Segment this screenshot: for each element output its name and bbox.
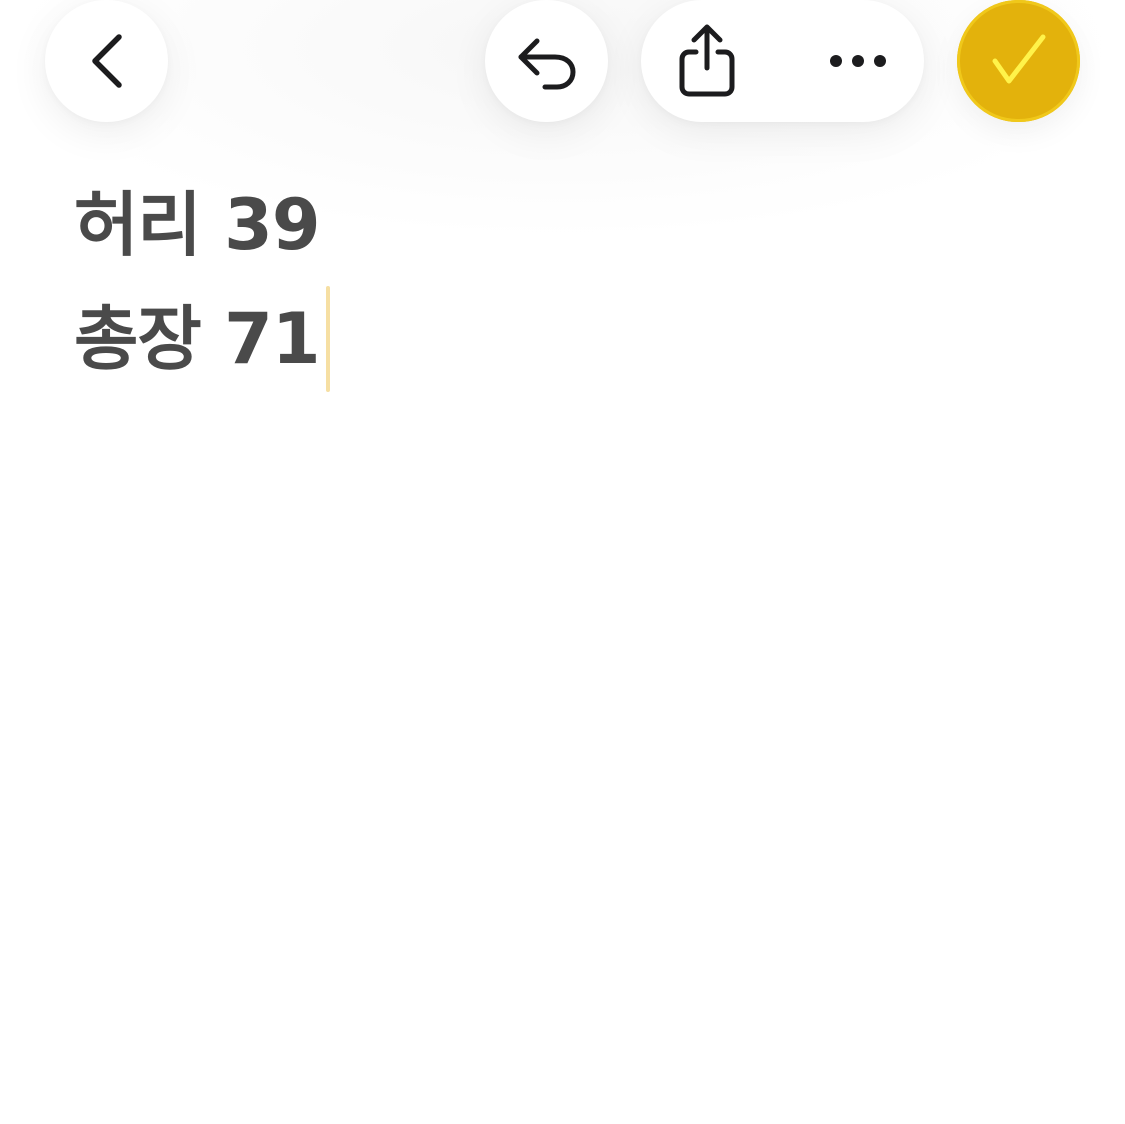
- back-button[interactable]: [45, 0, 168, 122]
- note-actions-group: [641, 0, 924, 122]
- undo-button[interactable]: [485, 0, 608, 122]
- ellipsis-icon[interactable]: [828, 53, 888, 69]
- note-line: 총장 71: [74, 282, 1054, 396]
- note-line: 허리 39: [74, 168, 1054, 282]
- note-editor-screen: 허리 39 총장 71: [0, 0, 1125, 1124]
- undo-arrow-icon: [515, 31, 579, 91]
- note-line-text: 허리 39: [74, 184, 321, 266]
- chevron-left-icon: [87, 31, 127, 91]
- checkmark-icon: [989, 31, 1049, 91]
- note-line-text: 총장 71: [74, 298, 321, 380]
- note-text-area[interactable]: 허리 39 총장 71: [74, 168, 1054, 396]
- share-icon[interactable]: [677, 24, 737, 98]
- text-cursor: [325, 286, 330, 392]
- done-button[interactable]: [957, 0, 1080, 122]
